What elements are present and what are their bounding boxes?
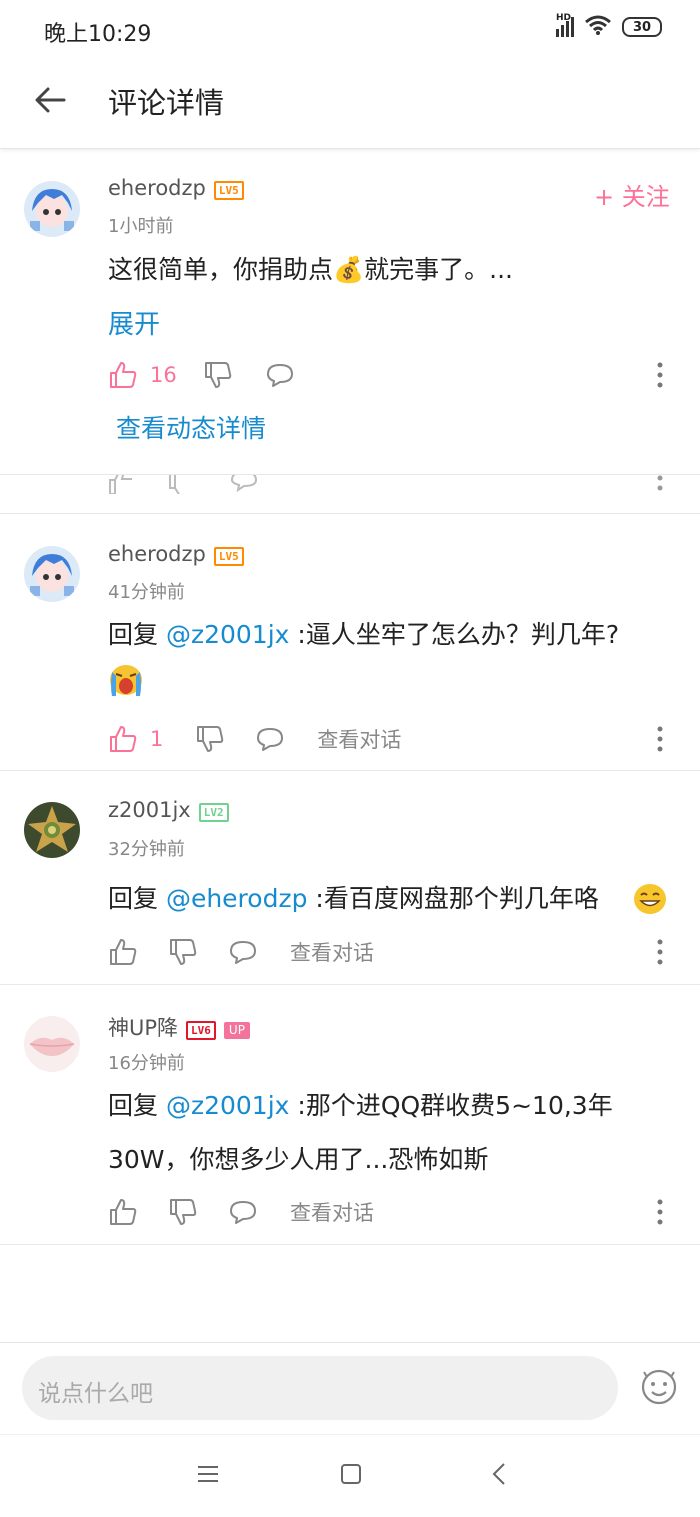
reply-prefix: 回复	[108, 884, 166, 913]
mention-link[interactable]: @eherodzp	[166, 884, 308, 913]
divider	[0, 984, 700, 985]
thumbs-up-icon	[108, 360, 138, 390]
crying-emoji	[106, 662, 146, 702]
level-badge: LV5	[213, 181, 244, 200]
home-square-icon[interactable]	[340, 1463, 362, 1489]
view-dynamic-details-link[interactable]: 查看动态详情	[116, 409, 266, 445]
username[interactable]: eherodzp	[108, 176, 206, 200]
comment-text: 回复 @z2001jx :逼人坐牢了怎么办？判几年?	[108, 608, 619, 662]
reply-bubble-icon[interactable]	[255, 724, 285, 754]
comment-text: 回复 @z2001jx :那个进QQ群收费5~10,3年 30W，你想多少人用了…	[108, 1079, 613, 1187]
comment-text: 回复 @eherodzp :看百度网盘那个判几年咯	[108, 872, 599, 926]
comment-header: 神UP降 LV6 UP	[108, 1012, 250, 1042]
level-badge: LV2	[198, 803, 229, 822]
thumbs-up-icon	[108, 724, 138, 754]
reply-prefix: 回复	[108, 620, 166, 649]
avatar[interactable]	[24, 1016, 80, 1072]
thumbs-down-icon[interactable]	[168, 937, 198, 967]
comment-time: 1小时前	[108, 216, 174, 237]
level-badge: LV5	[213, 547, 244, 566]
username[interactable]: 神UP降	[108, 1016, 178, 1040]
comment-time: 41分钟前	[108, 582, 185, 603]
app-header	[0, 60, 700, 149]
nav-back-icon[interactable]	[490, 1462, 508, 1490]
action-row: 1 查看对话	[108, 724, 401, 754]
avatar[interactable]	[24, 802, 80, 858]
wifi-icon	[584, 14, 612, 40]
status-icons: HD 30	[556, 13, 662, 40]
reply-text: :那个进QQ群收费5~10,3年	[289, 1091, 613, 1120]
more-menu-icon[interactable]	[656, 361, 664, 389]
divider	[0, 770, 700, 771]
like-count: 16	[150, 363, 177, 387]
thumbs-up-icon[interactable]	[108, 1197, 138, 1227]
expand-link[interactable]: 展开	[108, 304, 160, 341]
comment-input-placeholder: 说点什么吧	[38, 1381, 153, 1407]
level-badge: LV6	[186, 1021, 216, 1040]
thumbs-down-icon[interactable]	[195, 724, 225, 754]
comment-text-part2: 就完事了。...	[364, 255, 513, 284]
view-conversation-link[interactable]: 查看对话	[290, 1197, 374, 1227]
comment-header: z2001jx LV2	[108, 798, 229, 822]
comment-text: 这很简单，你捐助点💰就完事了。...	[108, 243, 513, 297]
mention-link[interactable]: @z2001jx	[166, 1091, 290, 1120]
username[interactable]: z2001jx	[108, 798, 191, 822]
thumbs-down-icon[interactable]	[203, 360, 233, 390]
username[interactable]: eherodzp	[108, 542, 206, 566]
view-conversation-link[interactable]: 查看对话	[317, 724, 401, 754]
divider	[0, 513, 700, 514]
comment-text-part1: 这很简单，你捐助点	[108, 255, 334, 284]
page-title: 评论详情	[108, 86, 225, 120]
thumbs-down-icon[interactable]	[168, 1197, 198, 1227]
hidden-action-row	[0, 474, 700, 494]
reply-bubble-icon[interactable]	[265, 360, 295, 390]
more-menu-icon[interactable]	[656, 1198, 664, 1226]
like-button[interactable]: 16	[108, 360, 177, 390]
avatar[interactable]	[24, 546, 80, 602]
grinning-emoji	[632, 882, 668, 920]
avatar[interactable]	[24, 181, 80, 237]
up-badge: UP	[223, 1022, 250, 1039]
divider	[0, 1244, 700, 1245]
comment-line-1: 回复 @z2001jx :那个进QQ群收费5~10,3年	[108, 1079, 613, 1133]
reply-bubble-icon[interactable]	[228, 937, 258, 967]
reply-text: :逼人坐牢了怎么办？判几年?	[289, 620, 620, 649]
view-conversation-link[interactable]: 查看对话	[290, 937, 374, 967]
reply-prefix: 回复	[108, 1091, 166, 1120]
network-label: HD	[556, 13, 572, 23]
comment-line-2: 30W，你想多少人用了...恐怖如斯	[108, 1145, 489, 1174]
comment-header: eherodzp LV5	[108, 542, 244, 566]
emoji-picker-icon[interactable]	[640, 1368, 678, 1410]
signal-icon: HD	[556, 13, 574, 37]
money-bag-emoji: 💰	[333, 255, 365, 284]
back-arrow-icon[interactable]	[32, 82, 68, 118]
menu-icon[interactable]	[196, 1464, 220, 1488]
follow-button[interactable]: + 关注	[594, 177, 670, 212]
more-menu-icon[interactable]	[656, 725, 664, 753]
comment-time: 32分钟前	[108, 839, 185, 860]
action-row: 查看对话	[108, 1197, 374, 1227]
like-count: 1	[150, 727, 164, 751]
battery-icon: 30	[622, 17, 662, 37]
action-row: 查看对话	[108, 937, 374, 967]
comment-time: 16分钟前	[108, 1053, 185, 1074]
action-row: 16	[108, 360, 295, 390]
more-menu-icon[interactable]	[656, 938, 664, 966]
reply-text: :看百度网盘那个判几年咯	[307, 884, 599, 913]
thumbs-up-icon[interactable]	[108, 937, 138, 967]
divider	[0, 474, 700, 475]
status-time: 晚上10:29	[44, 22, 152, 47]
comment-header: eherodzp LV5	[108, 176, 244, 200]
mention-link[interactable]: @z2001jx	[166, 620, 290, 649]
reply-bubble-icon[interactable]	[228, 1197, 258, 1227]
like-button[interactable]: 1	[108, 724, 163, 754]
